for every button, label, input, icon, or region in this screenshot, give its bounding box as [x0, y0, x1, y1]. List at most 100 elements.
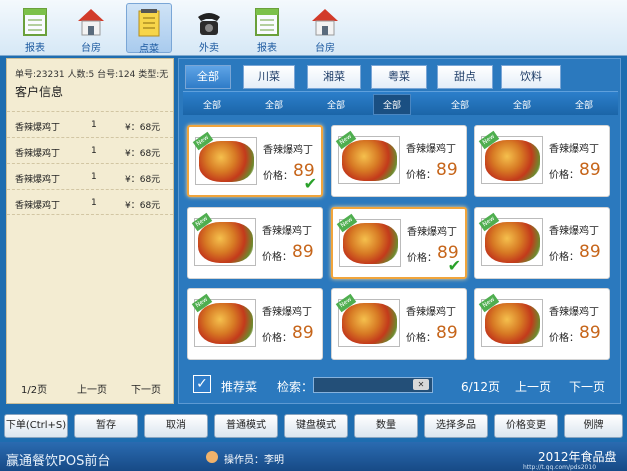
order-item-qty: 1 — [91, 198, 97, 208]
toolbar-room-label: 台房 — [81, 43, 101, 54]
price-change-button[interactable]: 价格变更 — [494, 414, 558, 438]
order-item-price: ¥：68元 — [125, 201, 161, 211]
multi-select-button[interactable]: 选择多品 — [424, 414, 488, 438]
action-bar: 下单(Ctrl+S) 暂存 取消 普通模式 键盘模式 数量 选择多品 价格变更 … — [4, 414, 623, 438]
order-row[interactable]: 香辣爆鸡丁 1 ¥：68元 — [7, 111, 173, 137]
check-icon: ✔ — [303, 174, 317, 193]
notepad-icon — [138, 9, 160, 37]
tab-cantonese[interactable]: 粤菜 — [371, 65, 427, 89]
quantity-button[interactable]: 数量 — [354, 414, 418, 438]
subtab[interactable]: 全部 — [451, 98, 469, 111]
keyboard-mode-button[interactable]: 键盘模式 — [284, 414, 348, 438]
house-icon — [312, 9, 338, 36]
dish-image: New — [335, 130, 400, 184]
dish-name: 香辣爆鸡丁 — [406, 307, 456, 318]
tab-sichuan[interactable]: 川菜 — [243, 65, 295, 89]
dish-image: New — [336, 213, 401, 267]
dish-name: 香辣爆鸡丁 — [407, 227, 457, 238]
watermark-url: http://t.qq.com/pds2010 — [523, 464, 597, 471]
hold-button[interactable]: 暂存 — [74, 414, 138, 438]
subtab[interactable]: 全部 — [265, 98, 283, 111]
dish-price: 89 — [292, 242, 314, 262]
dish-name: 香辣爆鸡丁 — [549, 144, 599, 155]
order-row[interactable]: 香辣爆鸡丁 1 ¥：68元 — [7, 163, 173, 189]
order-item-name: 香辣爆鸡丁 — [15, 175, 61, 185]
toolbar-room2-button[interactable]: 台房 — [302, 3, 348, 54]
subtab[interactable]: 全部 — [203, 98, 221, 111]
dish-price-label: 价格： — [407, 253, 437, 264]
dish-image: New — [335, 293, 400, 347]
subtab[interactable]: 全部 — [327, 98, 345, 111]
dish-price-label: 价格： — [262, 333, 292, 344]
cancel-button[interactable]: 取消 — [144, 414, 208, 438]
dish-card[interactable]: New 香辣爆鸡丁 价格： 89 — [331, 125, 467, 197]
order-item-price: ¥：68元 — [125, 149, 161, 159]
dish-image: New — [191, 293, 256, 347]
dish-price: 89 — [579, 160, 601, 180]
dish-price-label: 价格： — [406, 333, 436, 344]
order-page-indicator: 1/2页 — [21, 385, 48, 396]
dish-name: 香辣爆鸡丁 — [549, 307, 599, 318]
toolbar-takeout-button[interactable]: 外卖 — [186, 3, 232, 54]
dish-price-label: 价格： — [549, 170, 579, 181]
phone-icon — [198, 13, 220, 35]
dish-card[interactable]: New 香辣爆鸡丁 价格： 89 — [187, 288, 323, 360]
tab-all[interactable]: 全部 — [185, 65, 231, 89]
dish-price: 89 — [579, 323, 601, 343]
order-item-price: ¥：68元 — [125, 123, 161, 133]
order-pager: 1/2页 上一页 下一页 — [7, 381, 173, 396]
recommend-checkbox[interactable]: ✓ — [193, 375, 211, 393]
dish-image: New — [191, 212, 256, 266]
report-icon — [23, 8, 47, 36]
dish-card[interactable]: New 香辣爆鸡丁 价格： 89 — [474, 288, 610, 360]
operator-label: 操作员：李明 — [224, 455, 284, 466]
check-icon: ✔ — [447, 256, 461, 275]
dish-card[interactable]: New 香辣爆鸡丁 价格： 89 — [331, 288, 467, 360]
set-dish-button[interactable]: 例牌 — [564, 414, 623, 438]
menu-prev-page-button[interactable]: 上一页 — [515, 378, 551, 395]
tab-drinks[interactable]: 饮料 — [501, 65, 561, 89]
dish-card[interactable]: New 香辣爆鸡丁 价格： 89 — [187, 207, 323, 279]
dish-card[interactable]: New 香辣爆鸡丁 价格： 89 — [474, 207, 610, 279]
toolbar-report-label: 报表 — [25, 43, 45, 54]
dish-image: New — [192, 131, 257, 185]
order-panel: 单号:23231 人数:5 台号:124 类型:无 客户信息 香辣爆鸡丁 1 ¥… — [6, 58, 174, 404]
order-prev-page-button[interactable]: 上一页 — [77, 381, 107, 396]
order-next-page-button[interactable]: 下一页 — [131, 381, 161, 396]
place-order-button[interactable]: 下单(Ctrl+S) — [4, 414, 68, 438]
order-item-name: 香辣爆鸡丁 — [15, 149, 61, 159]
dish-price-label: 价格： — [549, 252, 579, 263]
menu-next-page-button[interactable]: 下一页 — [569, 378, 605, 395]
dish-price-label: 价格： — [263, 171, 293, 182]
toolbar-room2-label: 台房 — [315, 43, 335, 54]
order-row[interactable]: 香辣爆鸡丁 1 ¥：68元 — [7, 137, 173, 163]
toolbar-order-label: 点菜 — [139, 44, 159, 55]
clear-icon[interactable]: ✕ — [413, 379, 429, 390]
tab-dessert[interactable]: 甜点 — [437, 65, 493, 89]
dish-name: 香辣爆鸡丁 — [262, 226, 312, 237]
toolbar-report-button[interactable]: 报表 — [12, 3, 58, 54]
order-row[interactable]: 香辣爆鸡丁 1 ¥：68元 — [7, 189, 173, 215]
subtab[interactable]: 全部 — [575, 98, 593, 111]
subtab-active[interactable]: 全部 — [373, 94, 412, 115]
toolbar-order-button[interactable]: 点菜 — [126, 3, 172, 55]
order-item-qty: 1 — [91, 146, 97, 156]
recommend-label: 推荐菜 — [221, 380, 258, 394]
tab-hunan[interactable]: 湘菜 — [307, 65, 361, 89]
dish-card[interactable]: New 香辣爆鸡丁 价格： 89 ✔ — [187, 125, 323, 197]
normal-mode-button[interactable]: 普通模式 — [214, 414, 278, 438]
order-item-qty: 1 — [91, 172, 97, 182]
dish-name: 香辣爆鸡丁 — [406, 144, 456, 155]
dish-grid: New 香辣爆鸡丁 价格： 89 ✔ New 香辣爆鸡丁 价格： 89 New … — [187, 125, 617, 361]
user-icon — [206, 451, 218, 463]
customer-info-label[interactable]: 客户信息 — [15, 83, 63, 100]
dish-price: 89 — [436, 323, 458, 343]
dish-card[interactable]: New 香辣爆鸡丁 价格： 89 ✔ — [331, 207, 467, 279]
subcategory-bar: 全部 全部 全部 全部 全部 全部 全部 — [183, 91, 618, 115]
toolbar-report2-label: 报表 — [257, 43, 277, 54]
subtab[interactable]: 全部 — [513, 98, 531, 111]
toolbar-report2-button[interactable]: 报表 — [244, 3, 290, 54]
dish-image: New — [478, 293, 543, 347]
toolbar-room-button[interactable]: 台房 — [68, 3, 114, 54]
dish-card[interactable]: New 香辣爆鸡丁 价格： 89 — [474, 125, 610, 197]
